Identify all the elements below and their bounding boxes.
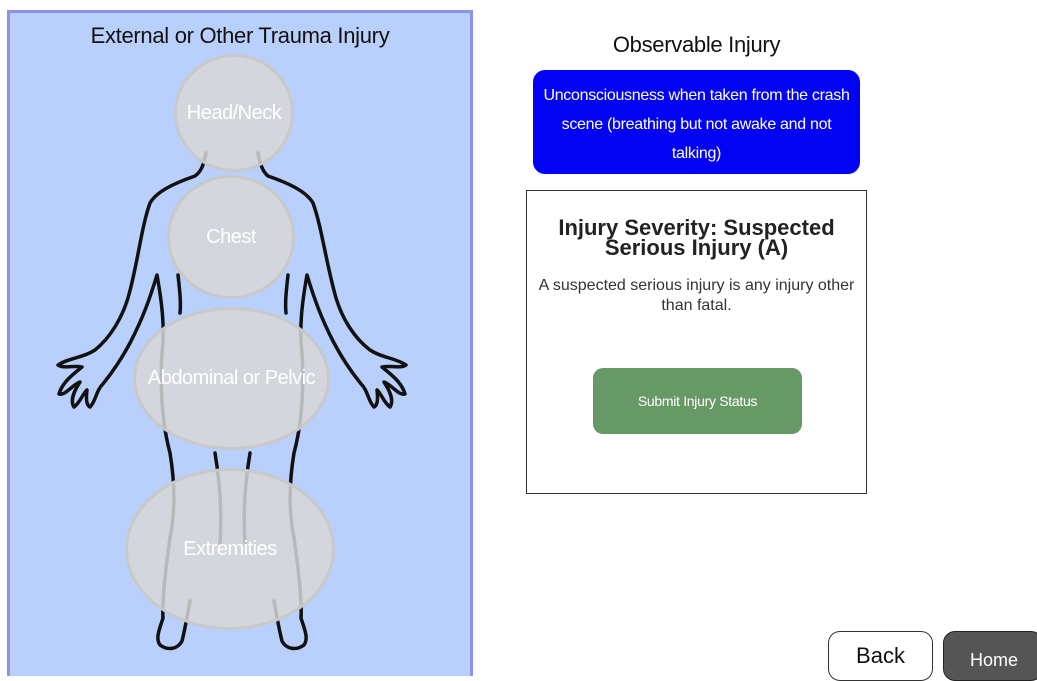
observable-injury-option-label: Unconsciousness when taken from the cras… [543,87,850,162]
submit-injury-status-button[interactable]: Submit Injury Status [593,368,802,434]
head-neck-zone-button[interactable]: Head/Neck [174,54,294,172]
home-button[interactable]: Home [943,631,1037,681]
submit-injury-status-label: Submit Injury Status [637,393,758,409]
back-button-label: Back [856,643,905,668]
abdominal-pelvic-zone-label: Abdominal or Pelvic [147,367,316,389]
body-map-panel: External or Other Trauma Injury Head/Nec… [7,10,473,676]
extremities-zone-button[interactable]: Extremities [125,468,335,630]
head-neck-zone-label: Head/Neck [186,101,282,124]
injury-severity-description: A suspected serious injury is any injury… [538,277,855,314]
injury-severity-card: Injury Severity: Suspected Serious Injur… [526,190,867,494]
chest-zone-label: Chest [206,225,256,248]
observable-injury-title: Observable Injury [612,32,781,57]
back-button[interactable]: Back [828,631,933,681]
injury-severity-title: Injury Severity: Suspected Serious Injur… [558,215,835,260]
observable-injury-option-button[interactable]: Unconsciousness when taken from the cras… [533,70,860,174]
extremities-zone-label: Extremities [183,537,277,560]
abdominal-pelvic-zone-button[interactable]: Abdominal or Pelvic [133,307,330,450]
chest-zone-button[interactable]: Chest [167,175,295,299]
home-button-label: Home [970,650,1019,670]
